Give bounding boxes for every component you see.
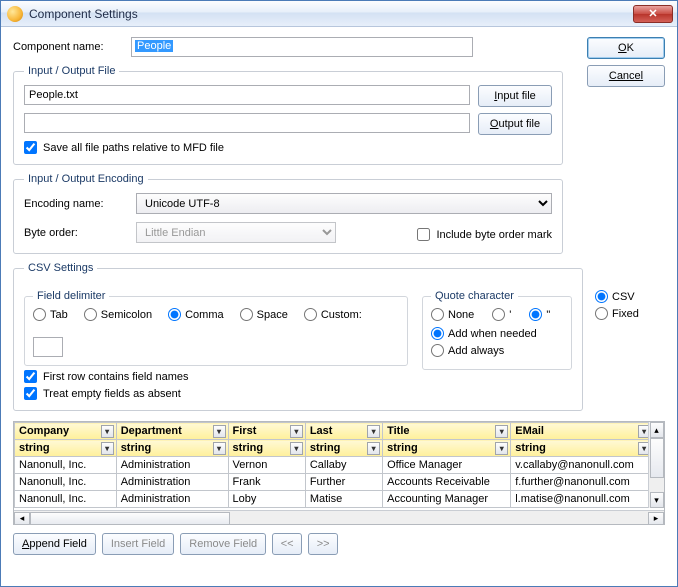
- component-name-value: People: [135, 40, 173, 52]
- chevron-down-icon[interactable]: ▾: [367, 425, 380, 438]
- col-department: Department▾: [116, 423, 228, 440]
- encoding-name-label: Encoding name:: [24, 198, 124, 210]
- bom-checkbox[interactable]: Include byte order mark: [417, 228, 552, 241]
- chevron-down-icon[interactable]: ▾: [290, 442, 303, 455]
- quote-group: Quote character None ' " Add when needed…: [422, 290, 572, 370]
- io-file-group: Input / Output File Input file Output fi…: [13, 65, 563, 165]
- treat-empty-checkbox[interactable]: Treat empty fields as absent: [24, 387, 408, 400]
- vertical-scrollbar[interactable]: ▴ ▾: [648, 422, 664, 508]
- encoding-legend: Input / Output Encoding: [24, 173, 148, 185]
- format-group: CSV Fixed: [595, 254, 665, 324]
- delimiter-space[interactable]: Space: [240, 308, 288, 321]
- header-row: Company▾ Department▾ First▾ Last▾ Title▾…: [15, 423, 665, 440]
- component-name-input[interactable]: [131, 37, 473, 57]
- scroll-down-icon[interactable]: ▾: [650, 492, 664, 508]
- io-file-legend: Input / Output File: [24, 65, 119, 77]
- chevron-down-icon[interactable]: ▾: [101, 442, 114, 455]
- next-button: >>: [308, 533, 338, 555]
- quote-add-always[interactable]: Add always: [431, 344, 563, 357]
- titlebar[interactable]: Component Settings ✕: [1, 1, 677, 27]
- content-area: OK Cancel Component name: People Input /…: [1, 27, 677, 586]
- component-name-label: Component name:: [13, 41, 123, 53]
- quote-none[interactable]: None: [431, 308, 474, 321]
- scroll-left-icon[interactable]: ◂: [14, 512, 30, 526]
- delimiter-custom[interactable]: Custom:: [304, 308, 362, 321]
- col-company: Company▾: [15, 423, 117, 440]
- ok-button[interactable]: OK: [587, 37, 665, 59]
- prev-button: <<: [272, 533, 302, 555]
- output-file-button[interactable]: Output file: [478, 113, 552, 135]
- scroll-thumb[interactable]: [650, 438, 664, 478]
- remove-field-button: Remove Field: [180, 533, 266, 555]
- delimiter-group: Field delimiter Tab Semicolon Comma Spac…: [24, 290, 408, 366]
- save-relative-checkbox[interactable]: Save all file paths relative to MFD file: [24, 141, 552, 154]
- csv-settings-group: CSV Settings Field delimiter Tab Semicol…: [13, 262, 583, 411]
- append-field-button[interactable]: Append Field: [13, 533, 96, 555]
- byte-order-label: Byte order:: [24, 227, 124, 239]
- quote-legend: Quote character: [431, 290, 518, 302]
- chevron-down-icon[interactable]: ▾: [495, 425, 508, 438]
- chevron-down-icon[interactable]: ▾: [101, 425, 114, 438]
- chevron-down-icon[interactable]: ▾: [367, 442, 380, 455]
- close-button[interactable]: ✕: [633, 5, 673, 23]
- format-fixed[interactable]: Fixed: [595, 307, 665, 320]
- input-file-field[interactable]: [24, 85, 470, 105]
- app-icon: [7, 6, 23, 22]
- scroll-right-icon[interactable]: ▸: [648, 512, 664, 526]
- delimiter-semicolon[interactable]: Semicolon: [84, 308, 152, 321]
- scroll-up-icon[interactable]: ▴: [650, 422, 664, 438]
- chevron-down-icon[interactable]: ▾: [495, 442, 508, 455]
- byte-order-select: Little Endian: [136, 222, 336, 243]
- quote-double[interactable]: ": [529, 308, 550, 321]
- save-relative-input[interactable]: [24, 141, 37, 154]
- data-table: Company▾ Department▾ First▾ Last▾ Title▾…: [14, 422, 664, 508]
- horizontal-scrollbar[interactable]: ◂ ▸: [14, 510, 664, 525]
- dialog-window: Component Settings ✕ OK Cancel Component…: [0, 0, 678, 587]
- window-title: Component Settings: [29, 7, 633, 21]
- table-row: Nanonull, Inc.AdministrationLobyMatiseAc…: [15, 491, 665, 508]
- cancel-button[interactable]: Cancel: [587, 65, 665, 87]
- chevron-down-icon[interactable]: ▾: [290, 425, 303, 438]
- chevron-down-icon[interactable]: ▾: [213, 425, 226, 438]
- col-last: Last▾: [305, 423, 382, 440]
- csv-legend: CSV Settings: [24, 262, 97, 274]
- encoding-group: Input / Output Encoding Encoding name: U…: [13, 173, 563, 254]
- field-buttons: Append Field Insert Field Remove Field <…: [13, 533, 665, 555]
- delimiter-comma[interactable]: Comma: [168, 308, 224, 321]
- delimiter-legend: Field delimiter: [33, 290, 109, 302]
- insert-field-button: Insert Field: [102, 533, 174, 555]
- output-file-field[interactable]: [24, 113, 470, 133]
- quote-single[interactable]: ': [492, 308, 511, 321]
- quote-add-when-needed[interactable]: Add when needed: [431, 327, 563, 340]
- col-first: First▾: [228, 423, 305, 440]
- table-row: Nanonull, Inc.AdministrationFrankFurther…: [15, 474, 665, 491]
- first-row-checkbox[interactable]: First row contains field names: [24, 370, 408, 383]
- dialog-buttons: OK Cancel: [587, 37, 665, 87]
- col-email: EMail▾: [511, 423, 653, 440]
- encoding-name-select[interactable]: Unicode UTF-8: [136, 193, 552, 214]
- input-file-button[interactable]: Input file: [478, 85, 552, 107]
- col-title: Title▾: [383, 423, 511, 440]
- bom-input[interactable]: [417, 228, 430, 241]
- component-name-row: Component name: People: [13, 37, 473, 57]
- format-csv[interactable]: CSV: [595, 290, 665, 303]
- delimiter-custom-input[interactable]: [33, 337, 63, 357]
- scroll-thumb[interactable]: [30, 512, 230, 526]
- type-row: string▾ string▾ string▾ string▾ string▾ …: [15, 440, 665, 457]
- data-grid[interactable]: Company▾ Department▾ First▾ Last▾ Title▾…: [13, 421, 665, 525]
- delimiter-tab[interactable]: Tab: [33, 308, 68, 321]
- chevron-down-icon[interactable]: ▾: [213, 442, 226, 455]
- table-row: Nanonull, Inc.AdministrationVernonCallab…: [15, 457, 665, 474]
